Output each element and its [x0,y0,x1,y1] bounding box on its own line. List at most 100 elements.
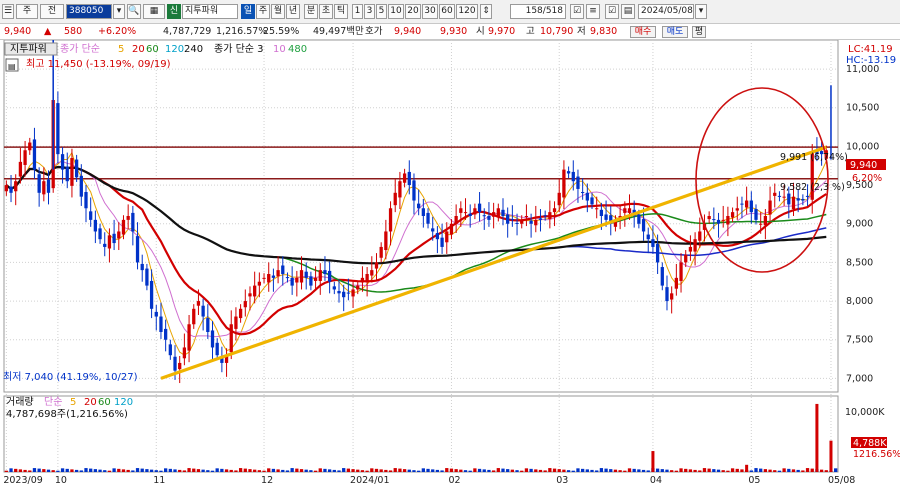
period-tab-week[interactable]: 주 [256,4,270,19]
volume-bar [253,469,257,472]
candle-body [566,171,571,174]
candle-body [501,209,505,216]
volume-spike [651,451,655,472]
y-tick-label: 10,500 [846,103,879,114]
candle-body [149,280,154,309]
period-tab-tick[interactable]: 틱 [334,4,348,19]
eval-button[interactable]: 평 [692,26,706,38]
candle-body [210,330,215,348]
checkbox-2-icon[interactable]: ☑ [605,4,619,19]
candle-body [84,192,88,209]
period-tab-month[interactable]: 월 [271,4,285,19]
candle-body [805,195,810,197]
calendar-icon[interactable]: ▤ [621,4,635,19]
period-tab-minute[interactable]: 분 [304,4,318,19]
checkbox-icon[interactable]: ☑ [570,4,584,19]
volume-bar [234,470,238,472]
note-icon[interactable]: ≡ [586,4,600,19]
x-tick-label: 11 [153,475,165,486]
resistance-2-label: 9,582 (2,3 %) [780,182,845,193]
toolbar: ☰ 주 전 388050 ▾ 🔍 ▦ 신 지투파워 일 주 월 년 분 초 틱 … [0,0,900,24]
volume-ma-label[interactable]: 단순 [44,396,62,408]
volume-bar [60,468,65,472]
candle-body [402,173,407,183]
candle-body [276,270,280,277]
interval-20[interactable]: 20 [405,4,421,19]
calculator-icon[interactable]: ▦ [143,4,165,19]
volume-bar [449,468,454,472]
x-tick-label: 05 [748,475,760,486]
interval-spin-icon[interactable]: ⇕ [480,4,492,19]
code-input[interactable]: 388050 [66,4,112,19]
search-icon[interactable]: 🔍 [127,4,141,19]
interval-1[interactable]: 1 [352,4,363,19]
candle-body [773,192,777,196]
price-chart-svg[interactable]: 11,00010,50010,0009,5009,0008,5008,0007,… [0,34,900,488]
mode-select[interactable]: 주 [16,4,38,19]
sell-button[interactable]: 매도 [662,26,688,38]
candle-body [548,212,552,220]
volume-bar [670,470,674,472]
volume-bar [276,469,280,472]
interval-3[interactable]: 3 [364,4,375,19]
chart-area[interactable]: 11,000 10,500 10,000 9,500 9,000 8,500 8,000 7,… [0,34,900,488]
volume-bar [557,469,561,472]
volume-bar [590,469,594,472]
interval-10[interactable]: 10 [388,4,404,19]
volume-bar [819,469,824,472]
y-tick-label: 7,500 [846,335,873,346]
interval-30[interactable]: 30 [422,4,438,19]
volume-bar [56,470,60,472]
volume-bar [121,469,126,472]
volume-bar [65,468,69,472]
date-input[interactable]: 2024/05/08 [638,4,694,19]
candle-body [510,219,515,221]
price-ma-label[interactable]: 종가 단순 [60,43,100,55]
interval-60[interactable]: 60 [439,4,455,19]
type-select[interactable]: 전 [40,4,64,19]
candle-body [206,318,210,332]
candle-body [164,328,168,340]
volume-bar [342,468,346,472]
interval-5[interactable]: 5 [376,4,387,19]
volume-bar [51,470,55,472]
dropdown-icon[interactable]: ▾ [113,4,125,19]
volume-bar [384,469,388,472]
volume-bar [79,470,83,472]
high-note: 최고 11,450 (-13.19%, 09/19) [26,58,171,70]
candle-body [159,316,163,332]
interval-120[interactable]: 120 [456,4,478,19]
candle-body [496,208,500,217]
candle-body [23,150,27,165]
volume-bar [524,468,529,472]
volume-bar [84,468,88,472]
volume-bar [318,468,322,472]
volume-bar [407,469,411,472]
candle-body [267,274,271,283]
buy-button[interactable]: 매수 [630,26,656,38]
candle-body [557,192,561,206]
period-tab-year[interactable]: 년 [286,4,300,19]
volume-bar [707,468,711,472]
date-dropdown-icon[interactable]: ▾ [695,4,707,19]
candle-body [627,208,632,213]
candle-body [370,270,374,276]
price-tag-text: 9,940 [850,160,877,171]
volume-bar [655,468,660,472]
candle-body [791,196,796,210]
candle-body [726,216,730,225]
close-ma-label[interactable]: 종가 단순 3 [214,43,264,55]
menu-grid-icon[interactable]: ☰ [2,4,14,19]
period-tab-second[interactable]: 초 [319,4,333,19]
chart-title: 지투파워 [10,42,47,55]
candle-body [777,195,782,197]
candle-body [290,277,294,286]
candle-body [787,193,791,205]
candle-body [365,274,369,283]
candle-body [398,181,402,198]
period-tab-day[interactable]: 일 [241,4,255,19]
y-tick-label: 8,500 [846,257,873,268]
candle-body [201,305,205,317]
volume-bar [173,469,177,472]
volume-bar [581,468,585,472]
